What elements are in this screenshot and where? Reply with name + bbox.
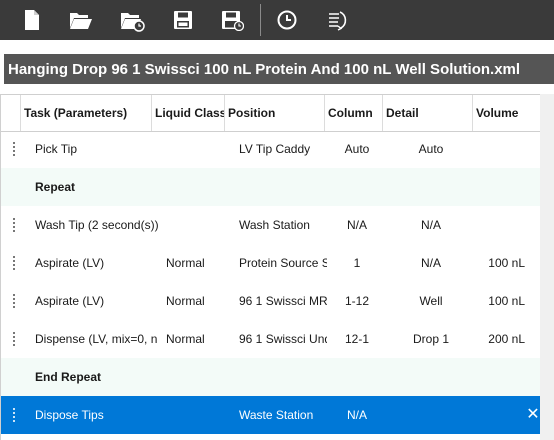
grid-header-handle <box>1 95 21 131</box>
task-cell: Dispose Tips <box>35 408 104 422</box>
task-grid: Task (Parameters) Liquid Class Position … <box>0 94 541 440</box>
open-file-button[interactable] <box>66 6 96 34</box>
task-cell: Aspirate (LV) <box>35 294 105 308</box>
liquid-class-cell <box>166 130 234 168</box>
table-row[interactable]: Aspirate (LV) Normal 96 1 Swissci MRC 1-… <box>1 282 541 320</box>
table-row-selected[interactable]: Dispose Tips Waste Station N/A ✕ <box>1 396 541 434</box>
open-recent-button[interactable] <box>117 6 147 34</box>
delete-row-icon[interactable]: ✕ <box>525 396 541 434</box>
drag-handle[interactable] <box>13 407 15 423</box>
save-as-button[interactable] <box>217 6 247 34</box>
open-folder-icon <box>70 13 92 29</box>
volume-cell <box>477 206 525 244</box>
detail-cell: N/A <box>420 256 441 270</box>
liquid-class-cell: Normal <box>166 294 205 308</box>
volume-cell: 100 nL <box>488 256 525 270</box>
task-cell: End Repeat <box>35 370 102 384</box>
task-cell: Pick Tip <box>35 142 78 156</box>
header-volume[interactable]: Volume <box>473 95 541 131</box>
header-task[interactable]: Task (Parameters) <box>21 95 152 131</box>
detail-cell: N/A <box>420 218 441 232</box>
table-row-group[interactable]: Repeat <box>1 168 541 206</box>
header-column[interactable]: Column <box>325 95 383 131</box>
clock-icon <box>277 10 297 30</box>
detail-cell <box>391 396 471 434</box>
task-cell: Repeat <box>35 180 76 194</box>
position-cell: 96 1 Swissci MRC <box>239 294 327 308</box>
save-icon <box>174 11 192 29</box>
position-cell: Protein Source S <box>239 256 327 270</box>
table-row[interactable]: Wash Tip (2 second(s)) Wash Station N/A … <box>1 206 541 244</box>
toolbar <box>0 0 554 40</box>
liquid-class-cell: Normal <box>166 256 205 270</box>
new-file-icon <box>25 10 39 30</box>
position-cell: Waste Station <box>239 408 314 422</box>
volume-cell <box>477 130 525 168</box>
drag-handle[interactable] <box>13 293 15 309</box>
header-position[interactable]: Position <box>225 95 325 131</box>
column-cell: N/A <box>346 218 367 232</box>
column-cell: 12-1 <box>344 332 370 346</box>
new-file-button[interactable] <box>17 6 47 34</box>
document-title-bar: Hanging Drop 96 1 Swissci 100 nL Protein… <box>4 54 554 84</box>
grid-header: Task (Parameters) Liquid Class Position … <box>1 94 541 132</box>
column-cell: N/A <box>346 408 367 422</box>
detail-cell: Drop 1 <box>412 332 450 346</box>
volume-cell: 100 nL <box>488 294 525 308</box>
task-cell: Aspirate (LV) <box>35 256 105 270</box>
save-button[interactable] <box>168 6 198 34</box>
schedule-button[interactable] <box>272 6 302 34</box>
task-cell: Dispense (LV, mix=0, n <box>35 332 157 346</box>
position-cell: LV Tip Caddy <box>239 142 311 156</box>
table-row[interactable]: Pick Tip LV Tip Caddy Auto Auto <box>1 130 541 168</box>
open-recent-icon <box>121 13 145 32</box>
history-button[interactable] <box>322 6 352 34</box>
drag-handle[interactable] <box>13 141 15 157</box>
document-title: Hanging Drop 96 1 Swissci 100 nL Protein… <box>8 60 521 78</box>
history-list-icon <box>329 11 347 31</box>
liquid-class-cell <box>166 396 234 434</box>
task-cell: Wash Tip (2 second(s)) <box>35 218 159 232</box>
vertical-scrollbar[interactable] <box>540 94 554 440</box>
column-cell: 1-12 <box>344 294 370 308</box>
position-cell: 96 1 Swissci Und <box>239 332 327 346</box>
drag-handle[interactable] <box>13 217 15 233</box>
column-cell: 1 <box>353 256 361 270</box>
column-cell: Auto <box>344 142 370 156</box>
detail-cell: Auto <box>418 142 444 156</box>
drag-handle[interactable] <box>13 255 15 271</box>
save-as-icon <box>222 11 244 31</box>
detail-cell: Well <box>419 294 443 308</box>
volume-cell: 200 nL <box>488 332 525 346</box>
table-row[interactable]: Aspirate (LV) Normal Protein Source S 1 … <box>1 244 541 282</box>
position-cell: Wash Station <box>239 218 310 232</box>
table-row-group[interactable]: End Repeat <box>1 358 541 396</box>
header-detail[interactable]: Detail <box>383 95 473 131</box>
toolbar-separator <box>260 4 261 36</box>
table-row[interactable]: Dispense (LV, mix=0, n Normal 96 1 Swiss… <box>1 320 541 358</box>
header-liquid-class[interactable]: Liquid Class <box>152 95 225 131</box>
drag-handle[interactable] <box>13 331 15 347</box>
liquid-class-cell: Normal <box>166 332 205 346</box>
liquid-class-cell <box>166 206 234 244</box>
